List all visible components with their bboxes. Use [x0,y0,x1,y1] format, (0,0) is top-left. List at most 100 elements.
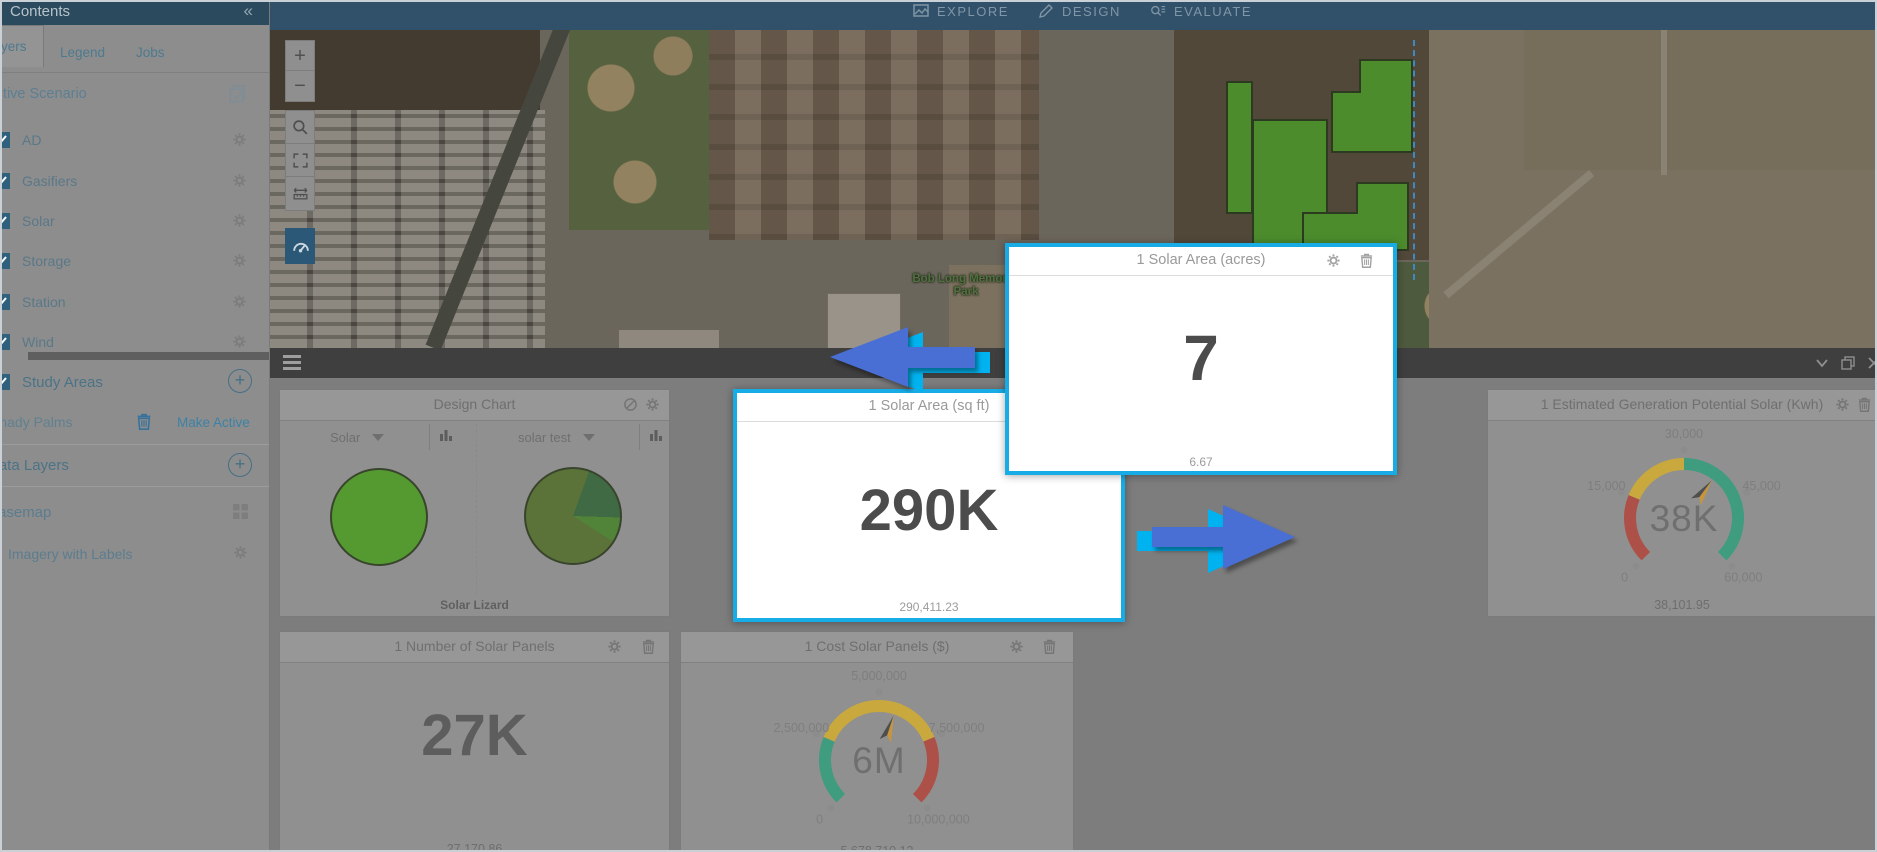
gear-icon[interactable] [645,397,660,412]
nav-design-label: DESIGN [1062,4,1121,19]
scenario-layers-icon[interactable] [228,84,248,104]
bar-chart-icon[interactable] [438,427,454,443]
svg-text:5,000,000: 5,000,000 [851,669,907,683]
sidebar-divider [0,444,269,445]
zoom-in-button[interactable]: + [286,41,314,71]
search-icon [292,119,309,136]
delete-study-area-icon[interactable] [136,413,152,430]
zoom-control: + − [285,40,315,102]
card-value: 6.67 [1009,455,1393,469]
card-value: 290,411.23 [737,600,1121,614]
card-value: 38,101.95 [1488,598,1876,612]
measure-button[interactable] [286,177,314,210]
card-header: 1 Number of Solar Panels [280,632,669,663]
svg-text:15,000: 15,000 [1587,479,1625,493]
card-num-panels: 1 Number of Solar Panels 27K 27,170.86 [279,631,670,852]
card-big-number: 7 [1009,321,1393,395]
chart-category-label: Solar Lizard [280,598,669,612]
series-select[interactable]: Solar [330,424,384,450]
add-data-layer-button[interactable]: + [228,453,252,477]
svg-text:0: 0 [1621,570,1628,584]
card-header: Design Chart [280,390,669,421]
tab-legend[interactable]: Legend [60,45,105,60]
study-area-item[interactable]: Shady Palms [0,414,72,430]
dashboard-toggle-button[interactable] [285,228,315,264]
tab-layers[interactable]: Layers [0,25,44,67]
svg-text:30,000: 30,000 [1665,427,1703,441]
sidebar-tabs: Layers Legend Jobs [0,25,269,73]
active-scenario-label: Active Scenario [0,86,87,102]
layer-gear-icon[interactable] [232,173,247,188]
card-title: 1 Number of Solar Panels [292,638,657,654]
svg-text:7,500,000: 7,500,000 [929,721,985,735]
layer-gear-icon[interactable] [232,294,247,309]
card-design-chart: Design Chart Solar solar test Solar Liza… [279,389,670,617]
chart-type-disabled-icon[interactable] [623,397,638,412]
gear-icon[interactable] [1326,253,1341,268]
sidebar-divider [0,486,269,487]
solar-polygon[interactable] [1227,82,1252,213]
close-icon[interactable] [1867,356,1877,370]
contents-header: Contents « [0,0,269,25]
search-button[interactable] [286,111,314,144]
card-value: 5,678,710.12 [681,844,1073,852]
layer-checkbox[interactable] [0,213,10,229]
basemap-item[interactable]: Imagery with Labels [8,546,133,562]
tab-jobs[interactable]: Jobs [136,45,165,60]
svg-text:38K: 38K [1650,498,1719,539]
trash-icon[interactable] [1359,253,1374,268]
gear-icon[interactable] [607,639,622,654]
solar-polygon[interactable] [1332,60,1412,152]
card-big-number: 27K [280,702,669,769]
series-select[interactable]: solar test [518,424,595,450]
extent-arrows-icon [292,152,309,169]
nav-evaluate[interactable]: EVALUATE [1150,0,1252,22]
card-title: Design Chart [292,396,657,412]
gauge-chart: 015,00030,00045,00060,00038K [1488,390,1877,618]
layer-gear-icon[interactable] [232,213,247,228]
app-toolbar: EXPLORE DESIGN EVALUATE [0,0,1877,30]
chevron-down-icon[interactable] [1815,356,1829,370]
sidebar-scroll-track[interactable] [28,352,269,360]
gauge-chart: 02,500,0005,000,0007,500,00010,000,0006M [681,632,1075,852]
explore-map-icon [913,3,929,19]
map-tool-group [285,110,315,211]
layer-gear-icon[interactable] [232,253,247,268]
trash-icon[interactable] [641,639,656,654]
nav-design[interactable]: DESIGN [1038,0,1121,22]
measure-icon [292,185,309,202]
layer-gear-icon[interactable] [232,132,247,147]
card-est-generation: 1 Estimated Generation Potential Solar (… [1487,389,1877,617]
collapse-panel-icon[interactable]: « [244,1,253,21]
layer-checkbox[interactable] [0,294,10,310]
add-study-area-button[interactable]: + [228,369,252,393]
contents-title: Contents [10,3,70,20]
svg-text:2,500,000: 2,500,000 [774,721,830,735]
nav-explore[interactable]: EXPLORE [913,0,1009,22]
study-area-boundary [1413,40,1415,280]
card-solar-area-acres[interactable]: 1 Solar Area (acres) 7 6.67 [1005,243,1397,475]
svg-text:60,000: 60,000 [1724,570,1762,584]
card-header: 1 Solar Area (acres) [1009,247,1393,276]
extent-button[interactable] [286,144,314,177]
basemap-gallery-icon[interactable] [232,503,249,520]
bar-chart-icon[interactable] [648,427,664,443]
layer-checkbox[interactable] [0,132,10,148]
layer-checkbox[interactable] [0,334,10,350]
restore-window-icon[interactable] [1841,356,1855,370]
study-areas-header: Study Areas [22,374,103,391]
chevron-down-icon [372,434,384,441]
design-pencil-icon [1038,3,1054,19]
basemap-header: Basemap [0,504,51,521]
pie-chart-solar-test[interactable] [524,467,622,565]
svg-text:10,000,000: 10,000,000 [907,812,970,826]
evaluate-report-icon [1150,3,1166,19]
basemap-gear-icon[interactable] [233,545,248,560]
pie-chart-solar[interactable] [330,468,428,566]
make-active-link[interactable]: Make Active [177,415,250,430]
layer-gear-icon[interactable] [232,334,247,349]
study-areas-checkbox[interactable] [0,374,10,390]
layer-checkbox[interactable] [0,253,10,269]
layer-checkbox[interactable] [0,173,10,189]
zoom-out-button[interactable]: − [286,71,314,101]
